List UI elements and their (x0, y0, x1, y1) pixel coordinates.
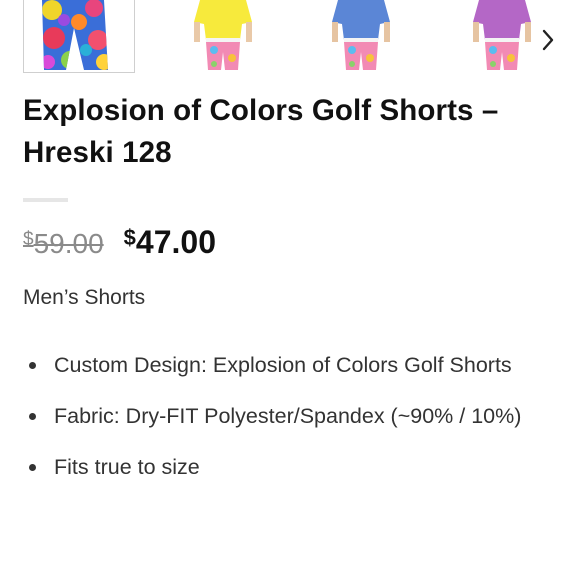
feature-text: Custom Design: Explosion of Colors Golf … (54, 353, 512, 377)
bullet-icon (29, 464, 36, 471)
feature-list: Custom Design: Explosion of Colors Golf … (23, 347, 563, 486)
sale-price-currency: $ (123, 225, 136, 250)
price-row: $59.00 $47.00 (23, 224, 216, 264)
original-price: $59.00 (23, 228, 104, 260)
bullet-icon (29, 362, 36, 369)
feature-item: Fits true to size (23, 449, 563, 486)
product-category: Men’s Shorts (23, 286, 146, 309)
original-price-amount: 59.00 (33, 228, 104, 259)
gallery-next-button[interactable] (534, 24, 562, 56)
feature-item: Custom Design: Explosion of Colors Golf … (23, 347, 563, 384)
feature-text: Fabric: Dry-FIT Polyester/Spandex (~90% … (54, 404, 522, 428)
bullet-icon (29, 413, 36, 420)
title-divider (23, 198, 68, 202)
thumbnail-model-blue[interactable] (306, 0, 416, 72)
thumbnail-model-yellow[interactable] (168, 0, 278, 72)
sale-price-amount: 47.00 (135, 224, 216, 260)
image-gallery (0, 0, 580, 76)
sale-price: $47.00 (124, 224, 216, 261)
original-price-currency: $ (23, 229, 34, 250)
thumbnail-shorts[interactable] (23, 0, 135, 73)
feature-item: Fabric: Dry-FIT Polyester/Spandex (~90% … (23, 398, 563, 435)
product-title: Explosion of Colors Golf Shorts – Hreski… (23, 94, 499, 169)
chevron-right-icon (542, 29, 554, 51)
product-page: Explosion of Colors Golf Shorts – Hreski… (0, 0, 580, 580)
feature-text: Fits true to size (54, 455, 200, 479)
